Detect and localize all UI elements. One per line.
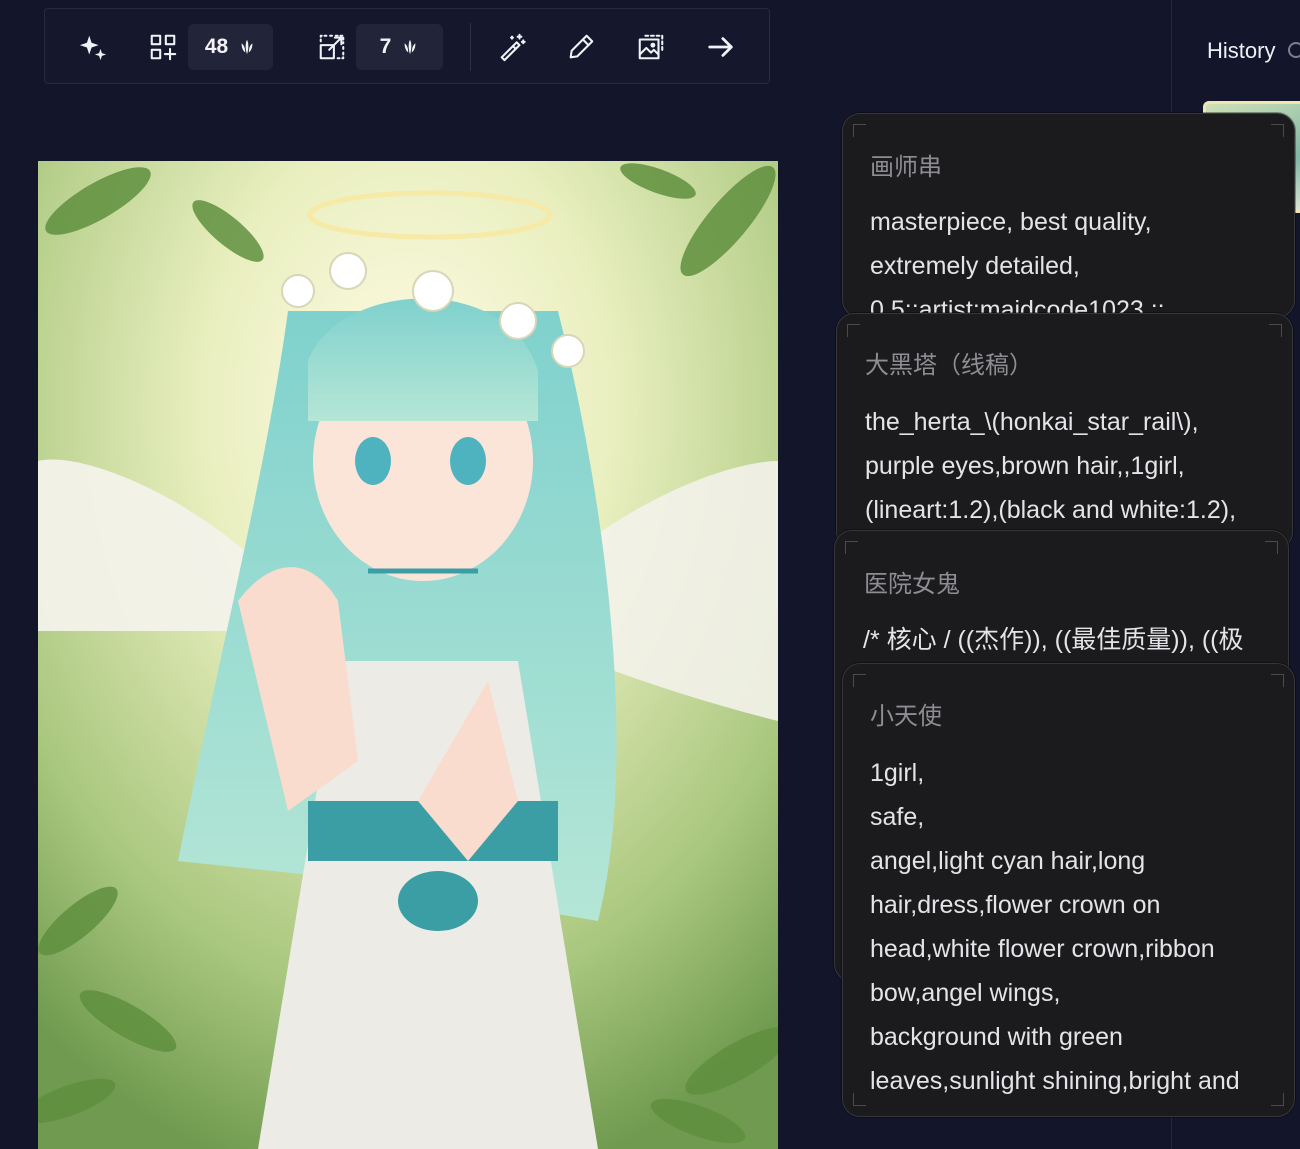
card-corner-mark [853, 124, 866, 137]
card-title: 大黑塔（线稿） [865, 351, 1033, 379]
card-prompt-text: 1girl, safe, angel,light cyan hair,long … [870, 759, 1240, 1095]
grid-plus-icon[interactable] [147, 31, 179, 63]
resize-image-icon[interactable] [316, 31, 348, 63]
brush-icon[interactable] [565, 31, 597, 63]
card-corner-mark [853, 1093, 866, 1106]
card-corner-mark [847, 324, 860, 337]
prompt-card-little-angel[interactable]: 小天使 1girl, safe, angel,light cyan hair,l… [842, 663, 1295, 1117]
card-corner-mark [1265, 541, 1278, 554]
card-corner-mark [1271, 124, 1284, 137]
image-count-button[interactable]: 48 [188, 24, 273, 70]
card-prompt-text: masterpiece, best quality, extremely det… [870, 208, 1165, 318]
card-corner-mark [1269, 324, 1282, 337]
sparkles-icon[interactable] [77, 31, 109, 63]
card-corner-mark [853, 674, 866, 687]
image-count-value: 48 [204, 35, 229, 58]
prompt-card-herta-lineart[interactable]: 大黑塔（线稿） the_herta_\(honkai_star_rail\), … [836, 313, 1293, 550]
card-title: 画师串 [870, 153, 942, 181]
toolbar-divider [470, 23, 471, 71]
magic-wand-icon[interactable] [496, 31, 528, 63]
clock-icon [1288, 42, 1300, 58]
history-title: History [1207, 38, 1276, 63]
generated-image[interactable] [38, 161, 778, 1149]
arrow-right-icon[interactable] [705, 31, 737, 63]
step-count-button[interactable]: 7 [356, 24, 443, 70]
card-title: 医院女鬼 [864, 570, 960, 598]
card-corner-mark [1271, 674, 1284, 687]
prompt-card-artist-tags[interactable]: 画师串 masterpiece, best quality, extremely… [842, 113, 1295, 318]
card-prompt-text: the_herta_\(honkai_star_rail\), purple e… [865, 408, 1237, 524]
card-prompt-text: /* 核心 / ((杰作)), ((最佳质量)), ((极 [863, 626, 1244, 654]
leaf-cost-icon [404, 39, 416, 55]
image-variant-icon[interactable] [635, 31, 667, 63]
generation-toolbar: 48 7 [44, 8, 770, 84]
leaf-cost-icon [241, 39, 253, 55]
angel-girl-illustration [38, 161, 778, 1149]
card-title: 小天使 [870, 702, 942, 730]
step-count-value: 7 [379, 35, 392, 58]
card-corner-mark [845, 541, 858, 554]
